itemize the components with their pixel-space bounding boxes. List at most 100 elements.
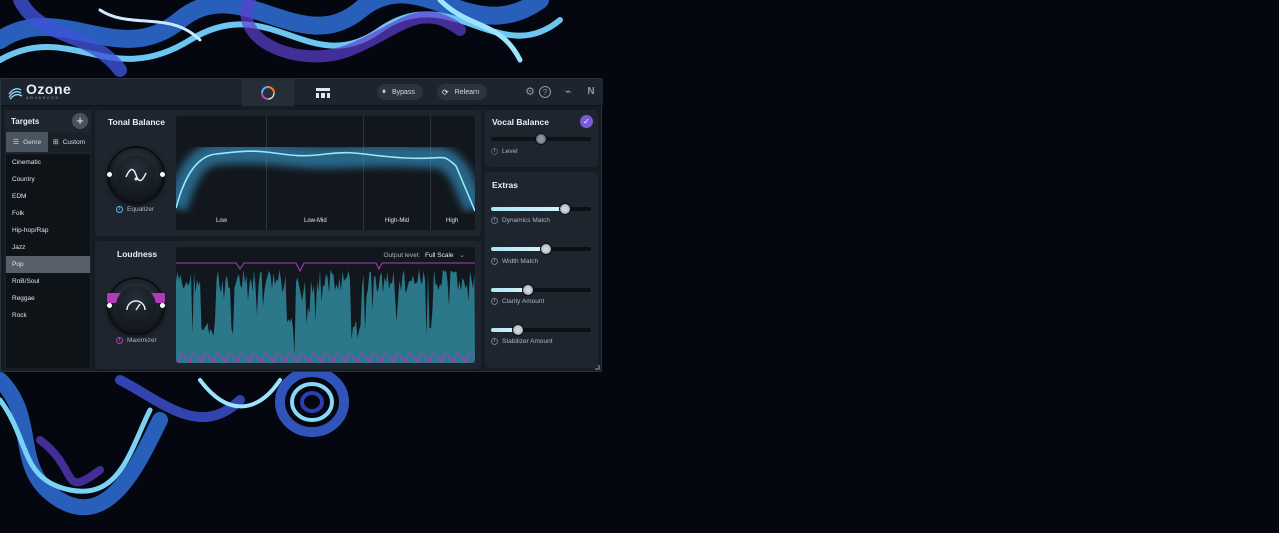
genre-item-country[interactable]: Country: [6, 171, 90, 188]
knob-handle-right: [160, 303, 165, 308]
band-label-low: Low: [216, 218, 228, 224]
help-icon[interactable]: ?: [539, 86, 551, 98]
info-icon: i: [491, 298, 498, 305]
info-icon: i: [491, 338, 498, 345]
tonal-balance-curve: [176, 141, 475, 213]
add-target-button[interactable]: +: [72, 113, 88, 129]
equalizer-label: i Equalizer: [116, 206, 154, 213]
genre-item-reggae[interactable]: Reggae: [6, 290, 90, 307]
stabilizer-amount-slider[interactable]: [491, 324, 591, 336]
slider-thumb[interactable]: [535, 133, 547, 145]
genre-list: Cinematic Country EDM Folk Hip-hop/Rap J…: [6, 154, 90, 368]
info-icon: i: [116, 337, 123, 344]
equalizer-knob[interactable]: [107, 148, 165, 202]
genre-item-folk[interactable]: Folk: [6, 205, 90, 222]
list-icon: ☰: [12, 139, 20, 146]
file-add-icon: ⊞: [52, 139, 59, 146]
loudness-display[interactable]: Output level: Full Scale ⌄: [176, 247, 475, 363]
genre-item-edm[interactable]: EDM: [6, 188, 90, 205]
tonal-balance-title: Tonal Balance: [108, 117, 165, 127]
clarity-amount-label: i Clarity Amount: [491, 298, 544, 305]
vocal-level-label-text: Level: [502, 148, 518, 155]
segment-custom[interactable]: ⊞ Custom: [48, 132, 90, 152]
slider-thumb[interactable]: [522, 284, 534, 296]
vocal-level-slider[interactable]: [491, 133, 591, 145]
loudness-waveform: [176, 262, 475, 363]
tab-modules[interactable]: [297, 79, 349, 106]
vocal-balance-toggle[interactable]: ✓: [580, 115, 593, 128]
ceiling-line: [176, 262, 475, 273]
band-label-high: High: [446, 218, 459, 224]
info-icon: i: [491, 258, 498, 265]
modules-icon: [316, 87, 330, 98]
stabilizer-amount-label-text: Stabilizer Amount: [502, 338, 553, 345]
eq-curve-icon: [125, 168, 147, 182]
targets-segment-control: ☰ Genre ⊞ Custom: [6, 132, 90, 152]
segment-genre-label: Genre: [23, 138, 42, 146]
width-match-label: i Width Match: [491, 258, 538, 265]
ai-icon[interactable]: ⌁: [561, 85, 575, 99]
vocal-balance-card: Vocal Balance ✓ i Level: [485, 110, 598, 167]
info-icon: i: [491, 148, 498, 155]
maximizer-label-text: Maximizer: [127, 337, 157, 344]
ozone-window: Ozone ADVANCED ⏸ Bypass ⟳ Relearn ⚙ ? ⌁ …: [0, 78, 603, 372]
extras-title: Extras: [492, 180, 518, 190]
gear-icon[interactable]: ⚙: [523, 85, 537, 99]
genre-item-rnb[interactable]: RnB/Soul: [6, 273, 90, 290]
clarity-amount-slider[interactable]: [491, 284, 591, 296]
assistant-icon: [261, 85, 275, 100]
genre-item-jazz[interactable]: Jazz: [6, 239, 90, 256]
clarity-amount-label-text: Clarity Amount: [502, 298, 545, 305]
genre-item-hiphop[interactable]: Hip-hop/Rap: [6, 222, 90, 239]
slider-thumb[interactable]: [512, 324, 524, 336]
targets-title: Targets: [11, 117, 40, 126]
targets-panel: Targets + ☰ Genre ⊞ Custom Cinematic Count…: [5, 110, 91, 368]
knob-handle-right: [160, 172, 165, 177]
slider-thumb[interactable]: [559, 203, 571, 215]
band-label-low-mid: Low-Mid: [304, 218, 327, 224]
genre-item-pop[interactable]: Pop: [6, 256, 90, 273]
ni-logo-icon[interactable]: N: [584, 85, 598, 99]
maximizer-knob-face: [116, 286, 156, 326]
plus-icon: +: [76, 113, 84, 128]
dynamics-match-label: i Dynamics Match: [491, 217, 550, 224]
logo-name: Ozone: [26, 81, 72, 97]
loudness-title: Loudness: [117, 249, 158, 259]
vocal-level-label: i Level: [491, 148, 518, 155]
tab-assistant[interactable]: [242, 79, 294, 106]
slider-fill: [491, 247, 546, 251]
bypass-icon: ⏸: [382, 87, 386, 96]
meter-gauge-icon: [126, 300, 146, 311]
header-bar: Ozone ADVANCED ⏸ Bypass ⟳ Relearn ⚙ ? ⌁ …: [1, 79, 603, 106]
band-label-high-mid: High-Mid: [385, 218, 410, 224]
width-match-slider[interactable]: [491, 243, 591, 255]
extras-card: Extras i Dynamics Match i Width Match i …: [485, 172, 598, 368]
tonal-balance-display[interactable]: Low Low-Mid High-Mid High: [176, 116, 475, 230]
dynamics-match-label-text: Dynamics Match: [502, 217, 551, 224]
segment-genre[interactable]: ☰ Genre: [6, 132, 48, 152]
slider-thumb[interactable]: [540, 243, 552, 255]
knob-handle-left: [107, 303, 112, 308]
genre-item-cinematic[interactable]: Cinematic: [6, 154, 90, 171]
dynamics-match-slider[interactable]: [491, 203, 591, 215]
resize-handle[interactable]: [595, 365, 600, 370]
stabilizer-amount-label: i Stabilizer Amount: [491, 338, 553, 345]
bypass-button[interactable]: ⏸ Bypass: [377, 84, 423, 100]
relearn-label: Relearn: [454, 88, 480, 96]
loudness-card: Loudness i Maximizer Output level: Full …: [95, 241, 481, 369]
genre-item-rock[interactable]: Rock: [6, 307, 90, 324]
knob-handle-left: [107, 172, 112, 177]
vocal-balance-title: Vocal Balance: [492, 117, 550, 127]
equalizer-label-text: Equalizer: [127, 206, 155, 213]
info-icon: i: [116, 206, 123, 213]
relearn-button[interactable]: ⟳ Relearn: [437, 84, 488, 100]
ozone-logo-icon: [8, 87, 23, 99]
slider-fill: [491, 207, 565, 211]
check-icon: ✓: [583, 117, 590, 126]
relearn-icon: ⟳: [442, 87, 449, 97]
width-match-label-text: Width Match: [502, 258, 539, 265]
maximizer-knob[interactable]: [107, 279, 165, 333]
equalizer-knob-face: [116, 155, 156, 195]
segment-custom-label: Custom: [62, 138, 86, 146]
maximizer-label: i Maximizer: [116, 337, 157, 344]
